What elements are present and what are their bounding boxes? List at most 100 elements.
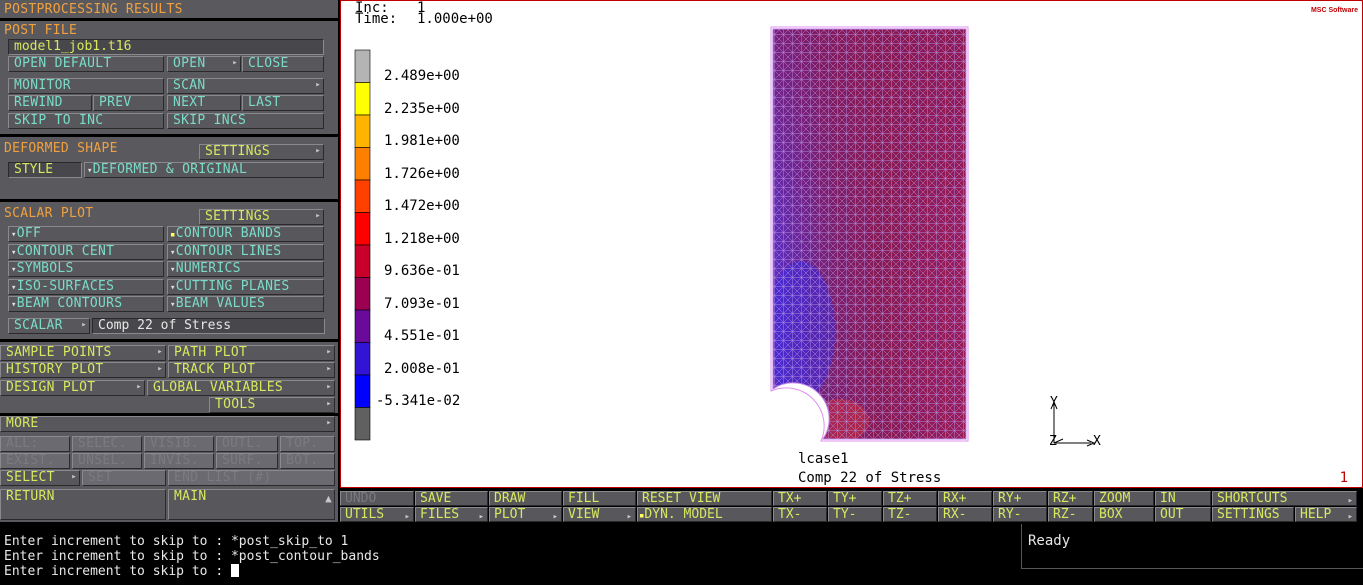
track-plot-button[interactable]: TRACK PLOT ▸	[168, 362, 335, 378]
scalar-option-contour-lines[interactable]: ▾CONTOUR LINES	[167, 244, 324, 260]
help-button[interactable]: HELP ▸	[1295, 507, 1357, 522]
scalar-option-symbols[interactable]: ▾SYMBOLS	[8, 261, 164, 277]
tz-minus-button[interactable]: TZ-	[883, 507, 937, 522]
zoom-out-button[interactable]: OUT	[1155, 507, 1211, 522]
scalar-value-field[interactable]: Comp 22 of Stress	[92, 318, 325, 334]
scalar-option-beam-values[interactable]: ▾BEAM VALUES	[167, 296, 324, 312]
legend-value-label: 1.218e+00	[384, 230, 460, 247]
y-axis-label: Y	[1050, 395, 1058, 410]
set-button[interactable]: SET	[82, 470, 166, 486]
scan-button[interactable]: SCAN ▸	[167, 78, 324, 94]
tx-minus-button[interactable]: TX-	[773, 507, 827, 522]
ty-plus-button[interactable]: TY+	[828, 491, 882, 506]
scalar-settings-button[interactable]: SETTINGS ▸	[199, 209, 324, 225]
view-button[interactable]: VIEW ▸	[563, 507, 636, 522]
ty-minus-button[interactable]: TY-	[828, 507, 882, 522]
scalar-button[interactable]: SCALAR ▸	[8, 318, 90, 334]
loadcase-label: lcase1	[798, 451, 849, 467]
deformed-shape-header: DEFORMED SHAPE	[4, 141, 118, 156]
command-console[interactable]: Enter increment to skip to : *post_skip_…	[0, 524, 1019, 585]
undo-button[interactable]: UNDO	[340, 491, 414, 506]
legend-swatch	[354, 49, 371, 83]
end-list-button[interactable]: END LIST (#)	[168, 470, 335, 486]
graphics-viewport[interactable]: Inc: 1 Time: 1.000e+00 MSC Software 2.48…	[340, 0, 1363, 488]
settings-button[interactable]: SETTINGS	[1212, 507, 1294, 522]
path-plot-button[interactable]: PATH PLOT ▸	[168, 345, 335, 361]
scalar-option-beam-contours[interactable]: ▾BEAM CONTOURS	[8, 296, 164, 312]
select-top-button[interactable]: TOP.	[280, 436, 335, 452]
scalar-option-contour-bands[interactable]: ▪CONTOUR BANDS	[167, 226, 324, 242]
plot-button[interactable]: PLOT ▸	[489, 507, 562, 522]
zoom-box-button-lower[interactable]: BOX	[1094, 507, 1154, 522]
rx-plus-button[interactable]: RX+	[938, 491, 992, 506]
mesh-model[interactable]	[761, 21, 1001, 451]
submenu-arrow-icon: ▸	[326, 347, 332, 357]
submenu-arrow-icon: ▸	[626, 512, 632, 522]
rewind-button[interactable]: REWIND	[8, 95, 92, 111]
select-button[interactable]: SELECT ▸	[0, 470, 80, 486]
scalar-option-cutting-planes[interactable]: ▾CUTTING PLANES	[167, 279, 324, 295]
close-button[interactable]: CLOSE	[242, 56, 324, 72]
submenu-arrow-icon: ▸	[326, 418, 332, 428]
more-button[interactable]: MORE ▸	[0, 416, 335, 432]
select-surface-button[interactable]: SURF.	[216, 453, 278, 469]
legend-value-label: 7.093e-01	[384, 295, 460, 312]
legend-swatch	[354, 309, 371, 343]
draw-button[interactable]: DRAW	[489, 491, 562, 506]
open-button[interactable]: OPEN ▸	[167, 56, 241, 72]
dyn-model-toggle[interactable]: ▪DYN. MODEL	[637, 507, 772, 522]
scalar-option-off[interactable]: ▾OFF	[8, 226, 164, 242]
panel-title: POSTPROCESSING RESULTS	[4, 2, 183, 17]
submenu-arrow-icon: ▸	[232, 58, 238, 68]
style-dropdown[interactable]: ▾DEFORMED & ORIGINAL	[84, 162, 324, 178]
history-plot-button[interactable]: HISTORY PLOT ▸	[0, 362, 166, 378]
select-selected-button[interactable]: SELEC.	[72, 436, 142, 452]
tools-button[interactable]: TOOLS ▸	[209, 397, 335, 413]
files-button[interactable]: FILES ▸	[415, 507, 488, 522]
legend-value-label: 1.472e+00	[384, 198, 460, 214]
console-input[interactable]: Enter increment to skip to :	[4, 564, 239, 579]
skip-incs-button[interactable]: SKIP INCS	[167, 113, 324, 129]
skip-to-inc-button[interactable]: SKIP TO INC	[8, 113, 164, 129]
return-button[interactable]: RETURN	[0, 489, 166, 520]
rz-plus-button[interactable]: RZ+	[1048, 491, 1093, 506]
legend-color-bar	[354, 49, 371, 441]
next-button[interactable]: NEXT	[167, 95, 241, 111]
main-button[interactable]: MAIN ▲	[168, 489, 335, 520]
ry-plus-button[interactable]: RY+	[993, 491, 1047, 506]
global-variables-button[interactable]: GLOBAL VARIABLES ▸	[147, 380, 335, 396]
monitor-button[interactable]: MONITOR	[8, 78, 164, 94]
tx-plus-button[interactable]: TX+	[773, 491, 827, 506]
shortcuts-button[interactable]: SHORTCUTS ▸	[1212, 491, 1357, 506]
ry-minus-button[interactable]: RY-	[993, 507, 1047, 522]
tz-plus-button[interactable]: TZ+	[883, 491, 937, 506]
select-bottom-button[interactable]: BOT.	[280, 453, 335, 469]
zoom-box-button[interactable]: ZOOM	[1094, 491, 1154, 506]
utils-button[interactable]: UTILS ▸	[340, 507, 414, 522]
scalar-option-numerics[interactable]: ▾NUMERICS	[167, 261, 324, 277]
open-default-button[interactable]: OPEN DEFAULT	[8, 56, 164, 72]
select-all-button[interactable]: ALL:	[0, 436, 70, 452]
rz-minus-button[interactable]: RZ-	[1048, 507, 1093, 522]
save-button[interactable]: SAVE	[415, 491, 488, 506]
select-existing-button[interactable]: EXIST.	[0, 453, 70, 469]
fill-button[interactable]: FILL	[563, 491, 636, 506]
reset-view-button[interactable]: RESET VIEW	[637, 491, 772, 506]
select-unselected-button[interactable]: UNSEL.	[72, 453, 142, 469]
status-text: Ready	[1028, 533, 1071, 549]
deformed-settings-button[interactable]: SETTINGS ▸	[199, 144, 324, 160]
submenu-arrow-icon: ▸	[552, 512, 558, 522]
select-outline-button[interactable]: OUTL.	[216, 436, 278, 452]
design-plot-button[interactable]: DESIGN PLOT ▸	[0, 380, 145, 396]
select-invisible-button[interactable]: INVIS.	[144, 453, 214, 469]
legend-swatch	[354, 179, 371, 213]
zoom-in-button[interactable]: IN	[1155, 491, 1211, 506]
post-file-name[interactable]: model1_job1.t16	[8, 39, 324, 55]
scalar-option-contour-cent[interactable]: ▾CONTOUR CENT	[8, 244, 164, 260]
scalar-option-iso-surfaces[interactable]: ▾ISO-SURFACES	[8, 279, 164, 295]
sample-points-button[interactable]: SAMPLE POINTS ▸	[0, 345, 166, 361]
select-visible-button[interactable]: VISIB.	[144, 436, 214, 452]
prev-button[interactable]: PREV	[93, 95, 164, 111]
last-button[interactable]: LAST	[242, 95, 324, 111]
rx-minus-button[interactable]: RX-	[938, 507, 992, 522]
